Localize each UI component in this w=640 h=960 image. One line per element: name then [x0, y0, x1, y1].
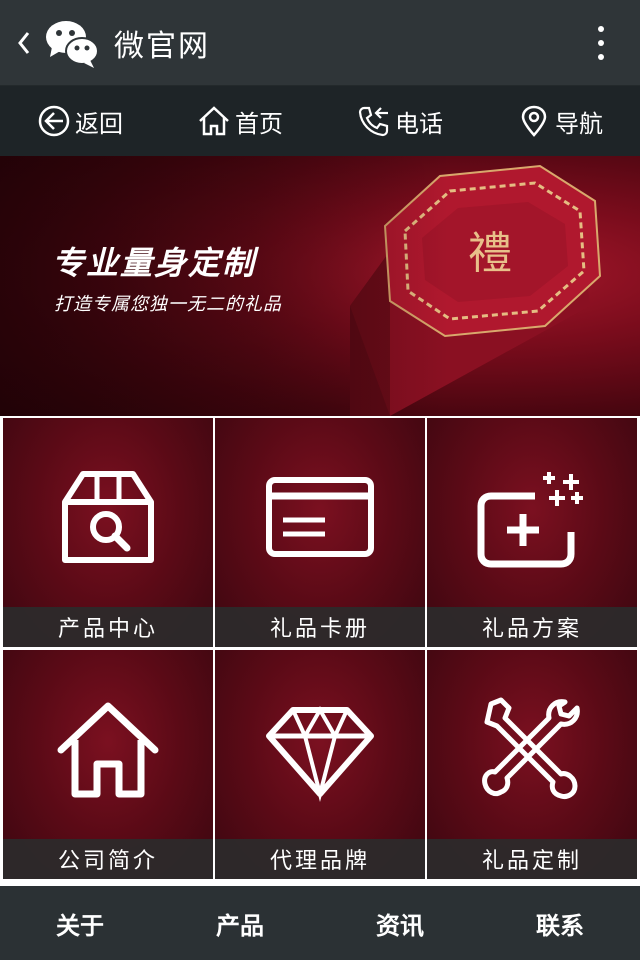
banner-headline: 专业量身定制 [52, 244, 257, 282]
title-bar: 微官网 [0, 0, 640, 86]
nav-back-label: 返回 [75, 109, 123, 138]
nav-phone-button[interactable]: 电话 [320, 86, 480, 156]
grid-item-company-intro[interactable]: 公司简介 [3, 650, 213, 879]
nav-navigation-label: 导航 [555, 109, 603, 138]
grid-item-label: 代理品牌 [215, 839, 425, 879]
grid-item-label: 产品中心 [3, 607, 213, 647]
page: 微官网 返回 首页 电话 导航 专业量身定制 打造专属您独一无二的礼品 产品中心… [0, 0, 640, 960]
back-button[interactable] [6, 0, 42, 86]
wechat-icon [46, 20, 99, 68]
bottom-tab-bar: 关于 产品 资讯 联系 [0, 886, 640, 960]
grid-item-label: 礼品定制 [427, 839, 637, 879]
banner-shade [0, 156, 640, 416]
phone-icon [358, 106, 389, 137]
tab-about[interactable]: 关于 [0, 886, 160, 960]
promo-banner[interactable]: 禮 专业量身定制 打造专属您独一无二的礼品 [0, 156, 640, 416]
nav-bar: 返回 首页 电话 导航 [0, 86, 640, 156]
card-icon [266, 477, 374, 557]
nav-home-label: 首页 [235, 109, 283, 138]
plus-sparkle-icon [477, 472, 583, 568]
grid-item-label: 公司简介 [3, 839, 213, 879]
arrow-left-circle-icon [38, 105, 70, 137]
more-vertical-icon[interactable] [596, 26, 606, 66]
tools-icon [482, 697, 580, 799]
grid-item-product-center[interactable]: 产品中心 [3, 418, 213, 647]
menu-grid: 产品中心 礼品卡册 礼品方案 公司简介 代理品牌 礼品定制 [0, 416, 640, 880]
grid-item-custom-gift[interactable]: 礼品定制 [427, 650, 637, 879]
nav-phone-label: 电话 [395, 109, 443, 138]
grid-item-label: 礼品方案 [427, 607, 637, 647]
grid-item-label: 礼品卡册 [215, 607, 425, 647]
nav-navigation-button[interactable]: 导航 [480, 86, 640, 156]
nav-back-button[interactable]: 返回 [0, 86, 160, 156]
tab-contact[interactable]: 联系 [480, 886, 640, 960]
chevron-left-icon [18, 31, 30, 54]
tab-news[interactable]: 资讯 [320, 886, 480, 960]
app-title: 微官网 [114, 28, 210, 64]
box-search-icon [62, 471, 154, 563]
home-icon [199, 106, 229, 136]
tab-products[interactable]: 产品 [160, 886, 320, 960]
nav-home-button[interactable]: 首页 [160, 86, 320, 156]
grid-item-agent-brands[interactable]: 代理品牌 [215, 650, 425, 879]
house-icon [57, 702, 159, 798]
map-pin-icon [521, 105, 547, 137]
grid-item-gift-card[interactable]: 礼品卡册 [215, 418, 425, 647]
diamond-icon [266, 705, 374, 802]
grid-item-gift-plan[interactable]: 礼品方案 [427, 418, 637, 647]
banner-subline: 打造专属您独一无二的礼品 [54, 294, 282, 315]
